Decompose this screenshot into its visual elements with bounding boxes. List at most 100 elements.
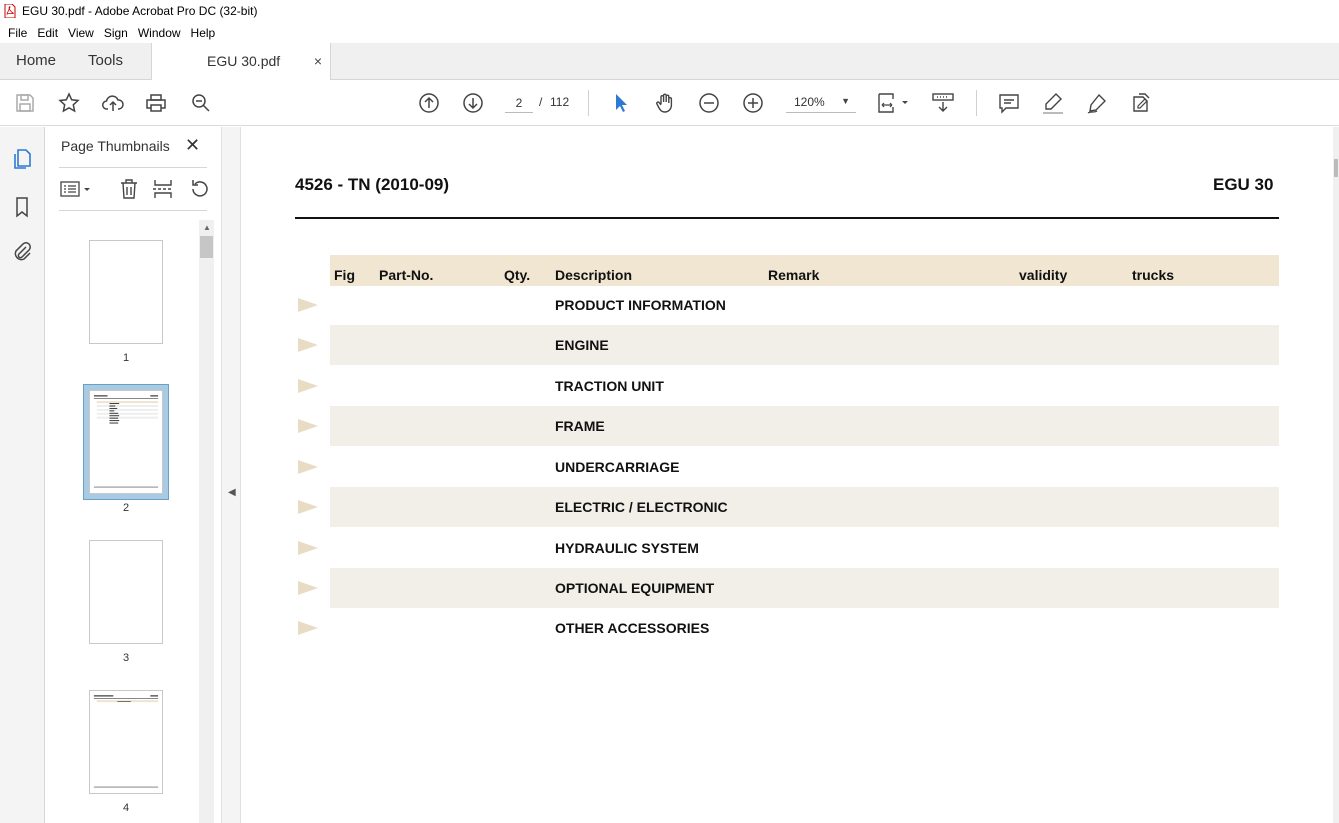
previous-page-icon[interactable]: [417, 91, 441, 115]
menu-bar: File Edit View Sign Window Help: [0, 22, 1339, 43]
link-arrow-icon[interactable]: [297, 297, 319, 313]
chevron-down-icon: ▼: [841, 96, 850, 106]
panel-collapse-gutter[interactable]: ◀: [221, 127, 241, 823]
zoom-dropdown[interactable]: 120% ▼: [786, 93, 856, 113]
extract-pages-icon[interactable]: [151, 177, 175, 201]
table-row[interactable]: ENGINE: [298, 325, 1279, 365]
link-arrow-icon[interactable]: [297, 580, 319, 596]
comment-icon[interactable]: [997, 91, 1021, 115]
section-label: TRACTION UNIT: [555, 378, 664, 394]
bookmark-icon[interactable]: [10, 195, 34, 219]
table-row[interactable]: OPTIONAL EQUIPMENT: [298, 568, 1279, 608]
thumbnail-preview: [93, 395, 159, 488]
toolbar-divider: [976, 90, 977, 116]
document-scrollbar[interactable]: [1333, 127, 1339, 823]
share-edit-icon[interactable]: [1129, 91, 1153, 115]
link-arrow-icon[interactable]: [297, 337, 319, 353]
document-header-model: EGU 30: [1213, 175, 1274, 194]
menu-window[interactable]: Window: [133, 26, 186, 40]
attachment-icon[interactable]: [10, 240, 34, 264]
table-header: Fig Part-No. Qty. Description Remark val…: [330, 255, 1279, 286]
column-header: trucks: [1132, 267, 1175, 283]
tab-close-button[interactable]: ×: [314, 43, 322, 79]
zoom-out-icon[interactable]: [697, 91, 721, 115]
save-icon[interactable]: [13, 91, 37, 115]
thumbnail-number: 4: [122, 802, 130, 814]
pdf-file-icon: [4, 4, 16, 18]
menu-view[interactable]: View: [63, 26, 99, 40]
table-row[interactable]: PRODUCT INFORMATION: [298, 285, 1279, 325]
thumbnail-number: 2: [122, 502, 130, 514]
section-label: HYDRAULIC SYSTEM: [555, 540, 699, 556]
divider: [59, 167, 207, 168]
tab-document-label: EGU 30.pdf: [207, 53, 281, 69]
thumbnail-page-1[interactable]: [89, 240, 163, 344]
page-thumbnails-panel: Page Thumbnails ✕ 1 2 3 4 ▲: [45, 127, 221, 823]
menu-help[interactable]: Help: [186, 26, 221, 40]
column-header: Description: [555, 267, 633, 283]
document-view[interactable]: 4526 - TN (2010-09) EGU 30 Fig Part-No. …: [241, 127, 1333, 823]
table-row[interactable]: OTHER ACCESSORIES: [298, 608, 1279, 648]
link-arrow-icon[interactable]: [297, 378, 319, 394]
thumbnail-page-3[interactable]: [89, 540, 163, 644]
tab-tools[interactable]: Tools: [88, 43, 123, 79]
column-header: Remark: [768, 267, 820, 283]
menu-edit[interactable]: Edit: [32, 26, 63, 40]
search-icon[interactable]: [189, 91, 213, 115]
thumbnail-page-4[interactable]: [89, 690, 163, 794]
window-title: EGU 30.pdf - Adobe Acrobat Pro DC (32-bi…: [22, 4, 258, 18]
hand-tool-icon[interactable]: [653, 91, 677, 115]
zoom-in-icon[interactable]: [741, 91, 765, 115]
close-icon[interactable]: ✕: [185, 135, 200, 156]
table-row[interactable]: TRACTION UNIT: [298, 366, 1279, 406]
link-arrow-icon[interactable]: [297, 418, 319, 434]
print-icon[interactable]: [144, 91, 168, 115]
thumbnail-number: 3: [122, 652, 130, 664]
upload-cloud-icon[interactable]: [101, 91, 125, 115]
section-label: PRODUCT INFORMATION: [555, 297, 726, 313]
section-label: UNDERCARRIAGE: [555, 459, 680, 475]
column-header: Part-No.: [379, 267, 434, 283]
section-label: ELECTRIC / ELECTRONIC: [555, 499, 728, 515]
page-number-input[interactable]: [505, 93, 533, 113]
scroll-up-icon[interactable]: ▲: [203, 223, 211, 232]
link-arrow-icon[interactable]: [297, 459, 319, 475]
menu-sign[interactable]: Sign: [99, 26, 133, 40]
page-fit-icon[interactable]: [876, 91, 912, 115]
table-row[interactable]: UNDERCARRIAGE: [298, 447, 1279, 487]
link-arrow-icon[interactable]: [297, 540, 319, 556]
collapse-left-icon[interactable]: ◀: [228, 487, 236, 498]
table-row[interactable]: ELECTRIC / ELECTRONIC: [298, 487, 1279, 527]
scroll-mode-icon[interactable]: [931, 91, 955, 115]
main-toolbar: / 112 120% ▼: [0, 80, 1339, 126]
left-icon-rail: [0, 127, 45, 823]
tab-home[interactable]: Home: [16, 43, 56, 79]
rotate-icon[interactable]: [187, 177, 211, 201]
thumbnail-preview: [93, 695, 159, 788]
link-arrow-icon[interactable]: [297, 620, 319, 636]
section-label: FRAME: [555, 418, 605, 434]
delete-icon[interactable]: [117, 177, 141, 201]
thumbnail-page-2[interactable]: [89, 390, 163, 494]
page-thumbnails-icon[interactable]: [10, 147, 34, 171]
highlight-pen-icon[interactable]: [1041, 91, 1065, 115]
scrollbar-thumb[interactable]: [200, 236, 213, 258]
star-icon[interactable]: [57, 91, 81, 115]
table-row[interactable]: HYDRAULIC SYSTEM: [298, 528, 1279, 568]
page-separator: /: [539, 95, 543, 109]
column-header: Fig: [334, 267, 355, 283]
select-pointer-icon[interactable]: [609, 91, 633, 115]
thumbnail-scrollbar[interactable]: ▲: [199, 220, 214, 823]
scrollbar-thumb[interactable]: [1334, 159, 1338, 177]
column-header: Qty.: [504, 267, 531, 283]
section-label: OTHER ACCESSORIES: [555, 620, 710, 636]
sign-pen-icon[interactable]: [1085, 91, 1109, 115]
options-menu-icon[interactable]: [59, 177, 93, 201]
window-titlebar: EGU 30.pdf - Adobe Acrobat Pro DC (32-bi…: [0, 0, 1339, 22]
column-header: validity: [1019, 267, 1068, 283]
tab-document[interactable]: EGU 30.pdf ×: [151, 43, 331, 80]
next-page-icon[interactable]: [461, 91, 485, 115]
table-row[interactable]: FRAME: [298, 406, 1279, 446]
link-arrow-icon[interactable]: [297, 499, 319, 515]
menu-file[interactable]: File: [3, 26, 32, 40]
